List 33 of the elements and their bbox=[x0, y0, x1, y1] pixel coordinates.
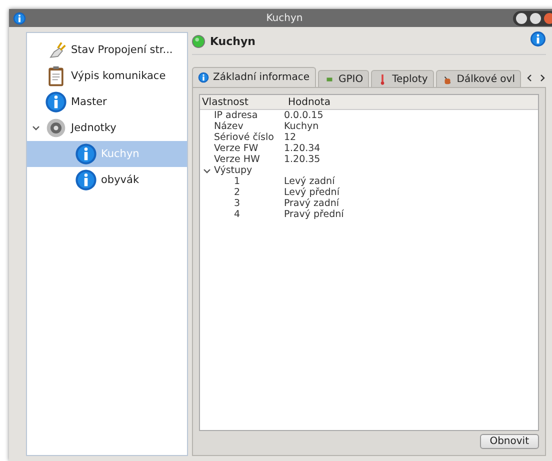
property-cell: Sériové číslo bbox=[214, 132, 274, 143]
column-header[interactable]: Vlastnost bbox=[200, 96, 286, 108]
property-cell: Verze FW bbox=[214, 143, 258, 154]
window-title: Kuchyn bbox=[265, 12, 304, 24]
tab[interactable]: Základní informace bbox=[192, 67, 316, 87]
value-cell: Levý zadní bbox=[284, 176, 335, 187]
tree-item[interactable]: Master bbox=[27, 89, 187, 115]
property-cell: 3 bbox=[234, 198, 240, 209]
property-cell: 2 bbox=[234, 187, 240, 198]
value-cell: 1.20.35 bbox=[284, 154, 320, 165]
value-cell: 12 bbox=[284, 132, 296, 143]
tree-item[interactable]: Jednotky bbox=[27, 115, 187, 141]
value-cell: 0.0.0.15 bbox=[284, 110, 324, 121]
property-cell: IP adresa bbox=[214, 110, 258, 121]
tree-item[interactable]: Výpis komunikace bbox=[27, 63, 187, 89]
tab[interactable]: GPIO bbox=[318, 70, 370, 87]
column-header[interactable]: Hodnota bbox=[286, 96, 538, 108]
value-cell: 1.20.34 bbox=[284, 143, 320, 154]
refresh-button[interactable]: Obnovit bbox=[480, 434, 539, 449]
property-cell: Název bbox=[214, 121, 244, 132]
tree-item[interactable]: obyvák bbox=[27, 167, 187, 193]
property-cell: Verze HW bbox=[214, 154, 260, 165]
property-cell: Výstupy bbox=[214, 165, 252, 176]
tab[interactable]: Dálkové ovl bbox=[436, 70, 521, 87]
property-cell: 1 bbox=[234, 176, 240, 187]
property-cell: 4 bbox=[234, 209, 240, 220]
unit-title: Kuchyn bbox=[210, 34, 256, 48]
value-cell: Levý přední bbox=[284, 187, 340, 198]
tree-item[interactable]: Stav Propojení str... bbox=[27, 37, 187, 63]
value-cell: Pravý zadní bbox=[284, 198, 340, 209]
value-cell: Pravý přední bbox=[284, 209, 344, 220]
tab[interactable]: Teploty bbox=[371, 70, 434, 87]
value-cell: Kuchyn bbox=[284, 121, 319, 132]
